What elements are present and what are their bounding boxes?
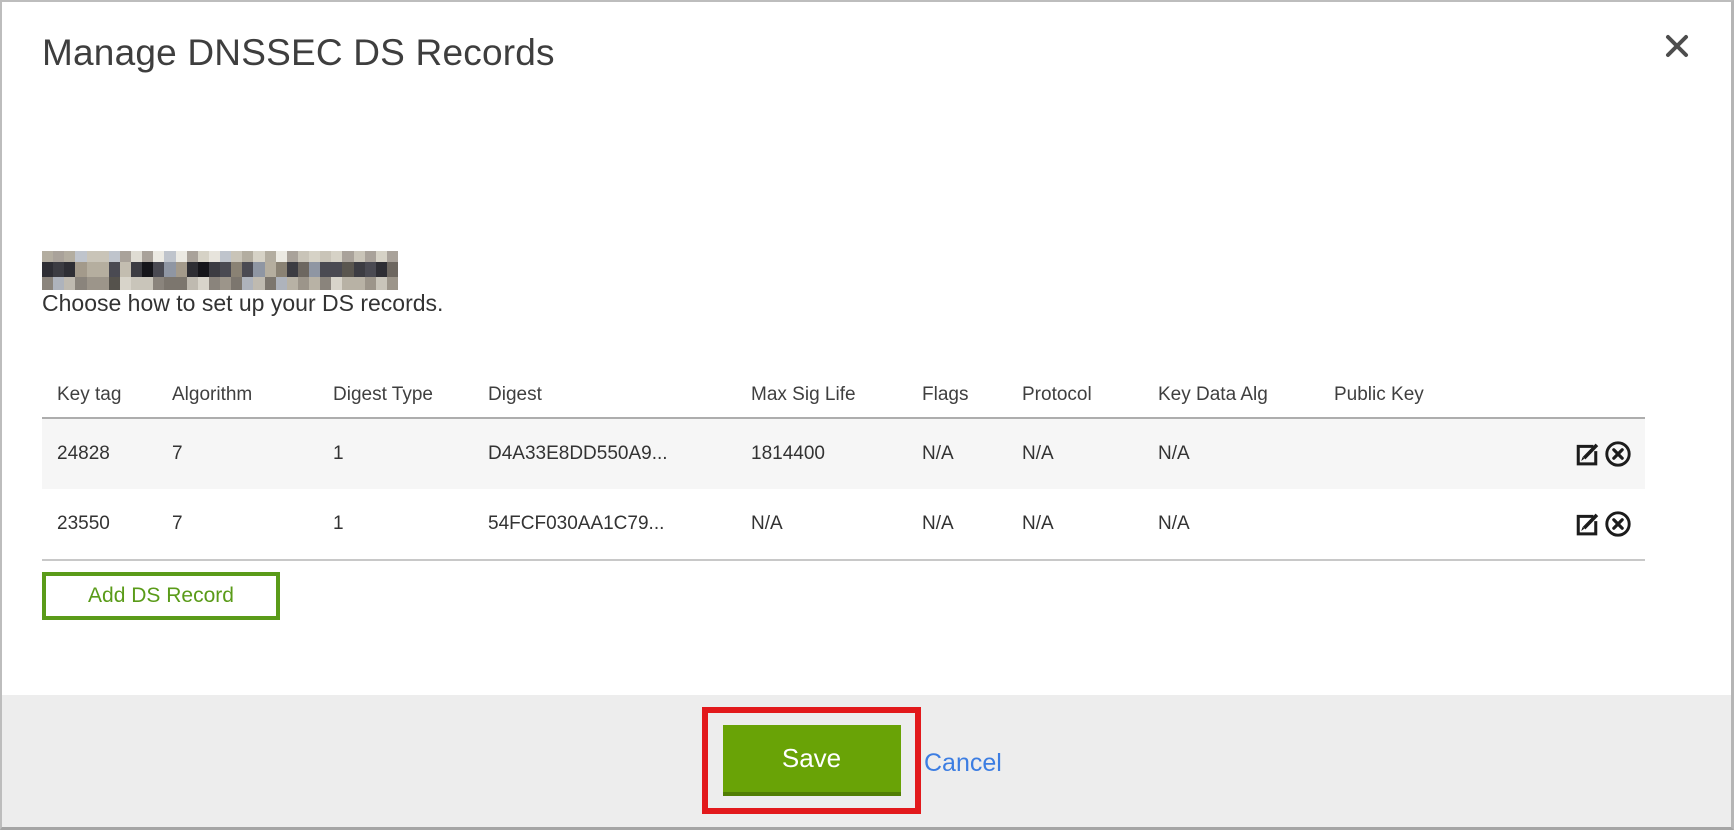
cell-key-data-alg: N/A [1158, 513, 1334, 535]
delete-icon [1604, 440, 1632, 468]
table-header-row: Key tag Algorithm Digest Type Digest Max… [42, 372, 1645, 419]
cell-algorithm: 7 [172, 513, 333, 535]
col-header-flags: Flags [922, 384, 1022, 406]
cell-max-sig-life: 1814400 [751, 443, 922, 465]
dialog-title: Manage DNSSEC DS Records [42, 32, 555, 74]
col-header-public-key: Public Key [1334, 384, 1484, 406]
cell-digest-type: 1 [333, 513, 488, 535]
intro-text: Choose how to set up your DS records. [42, 290, 443, 317]
manage-dnssec-dialog: Manage DNSSEC DS Records Choose how to s… [0, 0, 1734, 830]
table-row: 23550 7 1 54FCF030AA1C79... N/A N/A N/A … [42, 489, 1645, 561]
delete-ds-record-button[interactable] [1603, 509, 1633, 539]
col-header-digest-type: Digest Type [333, 384, 488, 406]
col-header-key-tag: Key tag [42, 384, 172, 406]
delete-icon [1604, 510, 1632, 538]
table-row: 24828 7 1 D4A33E8DD550A9... 1814400 N/A … [42, 419, 1645, 489]
ds-records-table: Key tag Algorithm Digest Type Digest Max… [42, 372, 1645, 561]
cell-actions [1484, 509, 1645, 539]
cell-key-data-alg: N/A [1158, 443, 1334, 465]
cell-key-tag: 23550 [42, 513, 172, 535]
col-header-algorithm: Algorithm [172, 384, 333, 406]
cell-protocol: N/A [1022, 513, 1158, 535]
close-button[interactable] [1660, 30, 1694, 64]
edit-ds-record-button[interactable] [1572, 439, 1602, 469]
cell-protocol: N/A [1022, 443, 1158, 465]
edit-ds-record-button[interactable] [1572, 509, 1602, 539]
cell-digest-type: 1 [333, 443, 488, 465]
cell-digest: D4A33E8DD550A9... [488, 443, 751, 465]
col-header-key-data-alg: Key Data Alg [1158, 384, 1334, 406]
cell-flags: N/A [922, 513, 1022, 535]
col-header-protocol: Protocol [1022, 384, 1158, 406]
cell-digest: 54FCF030AA1C79... [488, 513, 751, 535]
save-button[interactable]: Save [723, 725, 901, 796]
cell-key-tag: 24828 [42, 443, 172, 465]
cell-algorithm: 7 [172, 443, 333, 465]
edit-icon [1573, 440, 1601, 468]
edit-icon [1573, 510, 1601, 538]
col-header-max-sig-life: Max Sig Life [751, 384, 922, 406]
cell-actions [1484, 439, 1645, 469]
save-highlight-annotation: Save [702, 707, 921, 814]
cancel-link[interactable]: Cancel [924, 748, 1002, 778]
domain-name-redacted [42, 251, 398, 290]
add-ds-record-button[interactable]: Add DS Record [42, 572, 280, 620]
cell-max-sig-life: N/A [751, 513, 922, 535]
col-header-digest: Digest [488, 384, 751, 406]
cell-flags: N/A [922, 443, 1022, 465]
delete-ds-record-button[interactable] [1603, 439, 1633, 469]
close-icon [1663, 32, 1691, 60]
